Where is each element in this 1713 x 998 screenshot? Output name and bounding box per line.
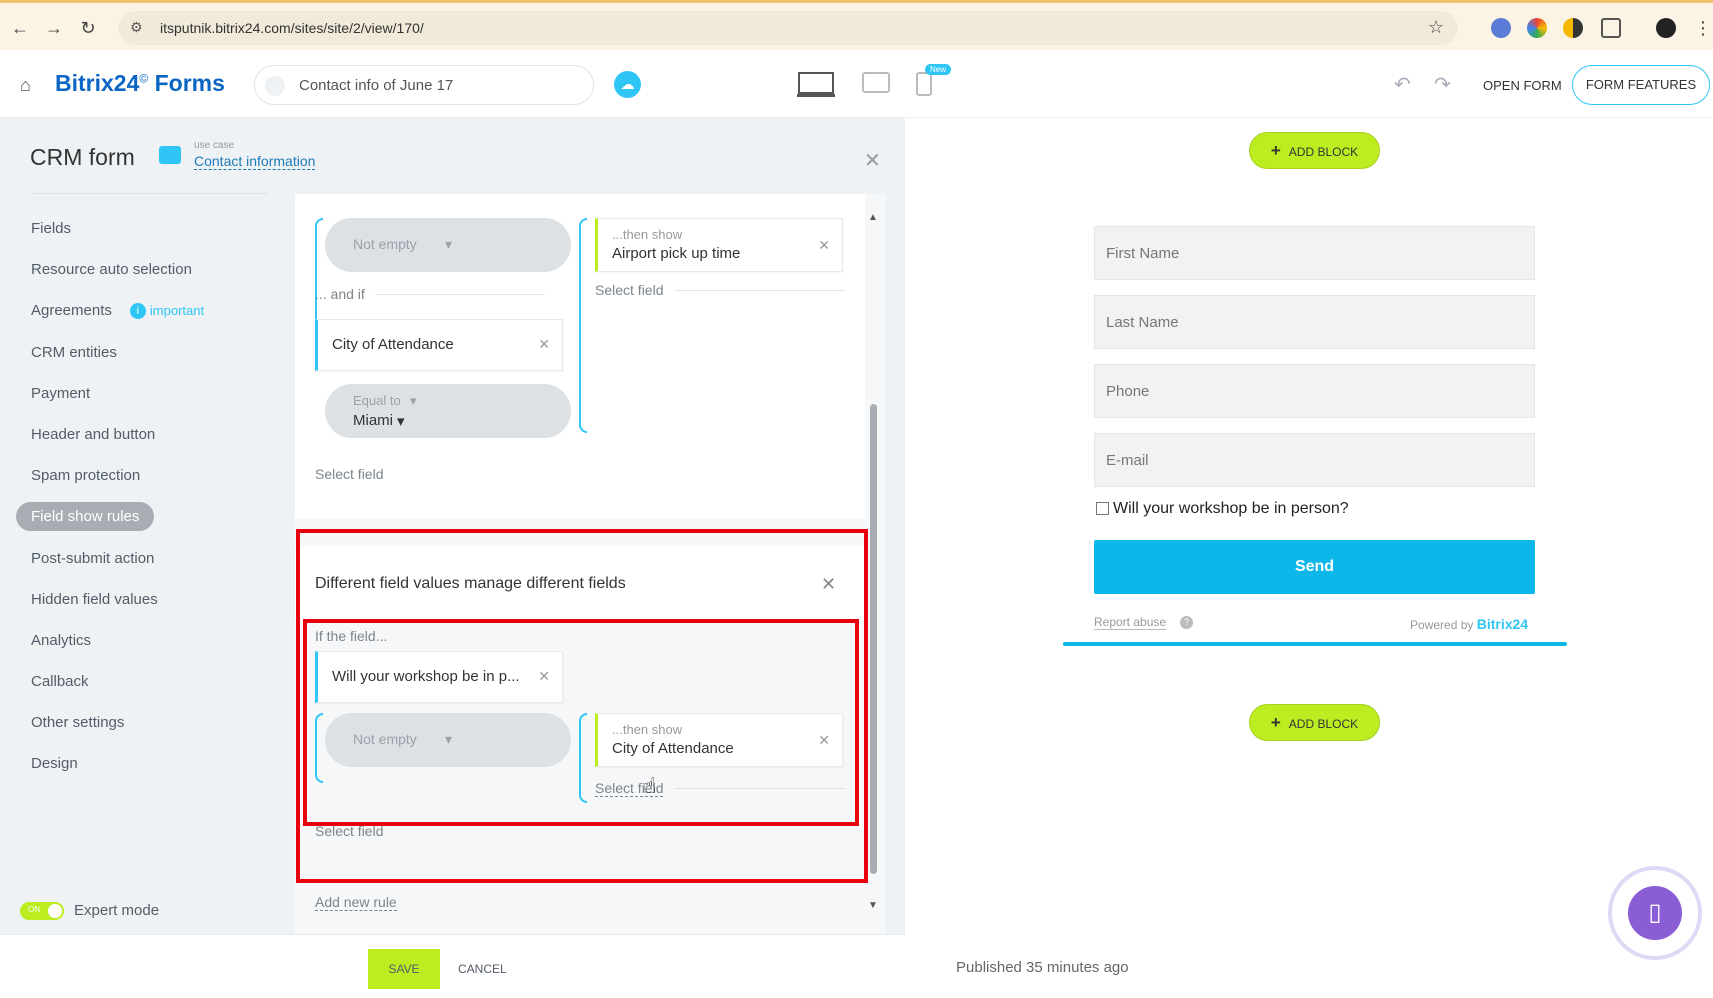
rule-card: Not empty ▾ ...then show Airport pick up …	[295, 194, 865, 519]
browser-menu-icon[interactable]: ⋮	[1693, 18, 1713, 38]
expert-mode-label: Expert mode	[74, 902, 160, 919]
plus-icon: +	[1270, 713, 1281, 732]
panel-footer: SAVE CANCEL	[0, 934, 905, 998]
menu-item-hidden-field-values[interactable]: Hidden field values	[16, 579, 276, 620]
menu-item-design[interactable]: Design	[16, 743, 276, 784]
menu-item-resource-auto-selection[interactable]: Resource auto selection	[16, 249, 276, 290]
menu-item-spam-protection[interactable]: Spam protection	[16, 455, 276, 496]
profile-avatar[interactable]	[1656, 18, 1676, 38]
desktop-view-icon[interactable]	[797, 72, 835, 98]
add-block-button[interactable]: + ADD BLOCK	[1249, 132, 1380, 169]
send-button[interactable]: Send	[1094, 540, 1535, 594]
address-bar[interactable]: ⚙ itsputnik.bitrix24.com/sites/site/2/vi…	[118, 11, 1458, 45]
menu-item-analytics[interactable]: Analytics	[16, 620, 276, 661]
remove-icon[interactable]: ✕	[818, 237, 830, 254]
use-case-label: use case	[194, 140, 235, 151]
browser-toolbar: ← → ↻ ⚙ itsputnik.bitrix24.com/sites/sit…	[0, 0, 1713, 50]
mobile-preview-button[interactable]: ▯	[1608, 866, 1702, 960]
tablet-view-icon[interactable]	[862, 72, 890, 94]
report-abuse-link[interactable]: Report abuse	[1094, 615, 1167, 630]
important-badge: important	[149, 303, 205, 319]
menu-item-callback[interactable]: Callback	[16, 661, 276, 702]
cancel-button[interactable]: CANCEL	[458, 962, 507, 976]
extension-icon[interactable]	[1491, 18, 1511, 38]
workshop-checkbox-label: Will your workshop be in person?	[1113, 500, 1349, 517]
form-bottom-border	[1063, 642, 1567, 646]
back-icon[interactable]: ←	[10, 18, 30, 38]
brand-logo[interactable]: Bitrix24© Forms	[55, 70, 225, 97]
select-field-link[interactable]: Select field	[595, 282, 663, 298]
scroll-up-icon[interactable]: ▲	[868, 212, 878, 223]
close-icon[interactable]: ✕	[864, 148, 881, 173]
email-field[interactable]: E-mail	[1094, 433, 1535, 487]
form-features-button[interactable]: FORM FEATURES	[1572, 65, 1710, 105]
cloud-save-icon[interactable]: ☁	[614, 71, 641, 98]
menu-item-agreements[interactable]: Agreements i important	[16, 290, 276, 331]
redo-icon[interactable]: ↷	[1434, 72, 1451, 97]
select-field-link[interactable]: Select field	[315, 466, 383, 482]
forward-icon[interactable]: →	[44, 18, 64, 38]
last-name-field[interactable]: Last Name	[1094, 295, 1535, 349]
and-if-label: ... and if	[315, 286, 365, 302]
published-status: Published 35 minutes ago	[956, 959, 1129, 976]
condition-select[interactable]: Not empty ▾	[325, 218, 571, 272]
extension-icon[interactable]	[1563, 18, 1583, 38]
menu-item-crm-entities[interactable]: CRM entities	[16, 332, 276, 373]
menu-item-post-submit-action[interactable]: Post-submit action	[16, 538, 276, 579]
expert-mode-toggle[interactable]: ON	[20, 902, 64, 920]
condition-field[interactable]: City of Attendance ✕	[315, 319, 563, 371]
phone-icon: ▯	[1628, 886, 1682, 940]
settings-menu: Fields Resource auto selection Agreement…	[16, 208, 276, 785]
panel-title: CRM form	[30, 144, 135, 170]
phone-field[interactable]: Phone	[1094, 364, 1535, 418]
remove-icon[interactable]: ✕	[538, 336, 550, 353]
menu-item-payment[interactable]: Payment	[16, 373, 276, 414]
form-avatar-icon	[265, 76, 285, 96]
save-button[interactable]: SAVE	[368, 949, 440, 989]
undo-icon[interactable]: ↶	[1394, 72, 1411, 97]
workshop-checkbox[interactable]	[1096, 502, 1109, 515]
menu-item-field-show-rules[interactable]: Field show rules	[16, 496, 276, 537]
home-icon[interactable]: ⌂	[20, 75, 31, 96]
condition-select[interactable]: Equal to ▾ Miami ▾	[325, 384, 571, 438]
divider	[675, 290, 845, 291]
divider	[375, 294, 545, 295]
menu-item-other-settings[interactable]: Other settings	[16, 702, 276, 743]
bookmark-star-icon[interactable]: ☆	[1428, 17, 1444, 38]
bracket	[579, 218, 587, 433]
new-badge: New	[925, 64, 952, 75]
highlight-box	[303, 619, 859, 826]
add-new-rule-link[interactable]: Add new rule	[315, 894, 397, 911]
url-text: itsputnik.bitrix24.com/sites/site/2/view…	[160, 20, 424, 36]
use-case-icon	[159, 146, 181, 164]
plus-icon: +	[1270, 141, 1281, 160]
use-case-link[interactable]: Contact information	[194, 153, 316, 170]
add-block-button[interactable]: + ADD BLOCK	[1249, 704, 1380, 741]
form-name-input[interactable]: Contact info of June 17	[254, 65, 594, 105]
divider	[30, 193, 268, 194]
extensions-puzzle-icon[interactable]	[1601, 18, 1621, 38]
powered-by: Powered by Bitrix24	[1410, 616, 1529, 632]
open-form-button[interactable]: OPEN FORM	[1483, 78, 1562, 93]
form-name-label: Contact info of June 17	[299, 77, 454, 94]
scrollbar-thumb[interactable]	[870, 404, 877, 874]
extension-icon[interactable]	[1527, 18, 1547, 38]
reload-icon[interactable]: ↻	[78, 18, 98, 38]
help-icon[interactable]: ?	[1180, 616, 1193, 629]
app-header: ⌂ Bitrix24© Forms Contact info of June 1…	[0, 50, 1713, 118]
info-icon: i	[129, 303, 146, 320]
mobile-view-icon[interactable]	[916, 72, 932, 96]
site-info-icon[interactable]: ⚙	[130, 19, 143, 36]
menu-item-fields[interactable]: Fields	[16, 208, 276, 249]
scroll-down-icon[interactable]: ▼	[868, 900, 878, 911]
form-preview: + ADD BLOCK First Name Last Name Phone E-…	[905, 118, 1713, 998]
menu-item-header-and-button[interactable]: Header and button	[16, 414, 276, 455]
then-show-field[interactable]: ...then show Airport pick up time ✕	[595, 218, 843, 272]
first-name-field[interactable]: First Name	[1094, 226, 1535, 280]
